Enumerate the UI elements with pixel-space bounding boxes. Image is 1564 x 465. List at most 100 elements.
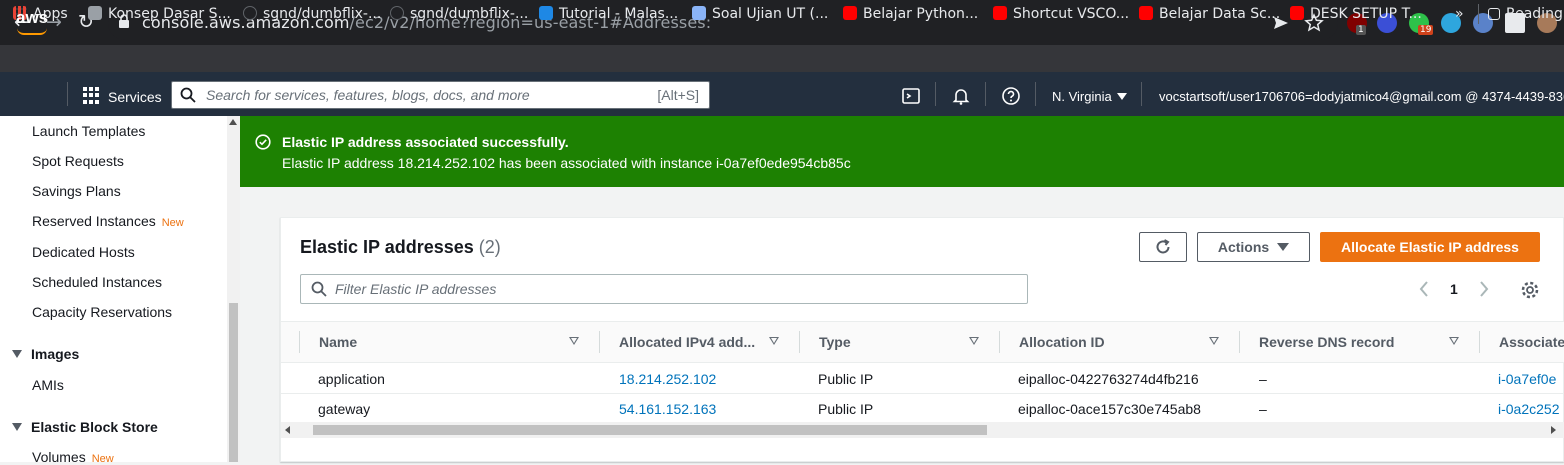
column-divider[interactable] [1239,331,1240,353]
actions-dropdown[interactable]: Actions [1197,232,1310,262]
new-badge: New [161,217,184,229]
bookmark-item[interactable]: Belajar Python... [843,4,978,24]
horizontal-scroll-thumb[interactable] [313,425,987,435]
cell-ip[interactable]: 54.161.152.163 [619,401,716,417]
sidebar-item-label: Spot Requests [32,153,124,169]
bookmarks-bar [0,45,1564,72]
cell-associated[interactable]: i-0a7ef0e [1498,371,1556,387]
sort-icon[interactable] [769,337,779,345]
flash-title: Elastic IP address associated successful… [282,134,569,150]
github-icon [390,6,404,20]
scroll-right-arrow-icon[interactable] [1551,426,1556,434]
cell-allocation-id: eipalloc-0ace157c30e745ab8 [1018,401,1201,417]
sidebar-scroll-thumb[interactable] [229,303,238,462]
sidebar-item-label: Scheduled Instances [32,274,162,290]
service-search-input[interactable] [206,85,626,105]
bookmark-label: Belajar Python... [863,6,979,22]
aws-logo[interactable]: aws [16,8,48,28]
help-icon[interactable] [1001,86,1021,106]
code-icon [539,6,553,20]
flash-message: Elastic IP address 18.214.252.102 has be… [282,155,851,171]
sidebar-item-label: AMIs [32,377,64,393]
column-header[interactable]: Associate [1499,334,1564,350]
column-divider[interactable] [1479,331,1480,353]
bookmark-label: sgnd/dumbflix-... [263,6,382,22]
services-menu-button[interactable]: Services [108,89,162,105]
services-grid-icon[interactable] [83,87,100,104]
filter-input[interactable] [335,280,935,298]
bookmark-label: Tutorial - Malas... [559,6,679,22]
cloudshell-icon[interactable] [901,86,921,106]
bookmark-item[interactable]: sgnd/dumbflix-... [243,4,381,24]
gear-icon[interactable] [1520,280,1540,300]
column-header[interactable]: Allocated IPv4 add... [619,334,755,350]
cell-ip[interactable]: 18.214.252.102 [619,371,716,387]
bookmark-item[interactable]: Soal Ujian UT (... [692,4,828,24]
sort-icon[interactable] [1449,337,1459,345]
github-icon [243,6,257,20]
page-title: Elastic IP addresses (2) [300,237,501,258]
column-header[interactable]: Allocation ID [1019,334,1105,350]
service-search[interactable]: [Alt+S] [171,81,710,109]
header-divider [935,82,936,106]
column-divider[interactable] [799,331,800,353]
sidebar-section[interactable]: Images [12,346,79,362]
cell-type: Public IP [818,401,874,417]
sidebar-item[interactable]: Launch Templates [32,123,145,139]
cell-associated[interactable]: i-0a2c252 [1498,401,1560,417]
search-icon [180,87,196,103]
scroll-up-arrow-icon[interactable] [229,119,237,125]
column-divider[interactable] [599,331,600,353]
sidebar-item[interactable]: Scheduled Instances [32,274,162,290]
panel-title-text: Elastic IP addresses [300,237,474,257]
column-header[interactable]: Name [319,334,357,350]
allocate-eip-button[interactable]: Allocate Elastic IP address [1320,232,1540,262]
sidebar-section-label: Images [31,346,80,362]
sort-icon[interactable] [569,337,579,345]
sidebar-item-label: Savings Plans [32,183,121,199]
column-header[interactable]: Reverse DNS record [1259,334,1394,350]
account-menu[interactable]: vocstartsoft/user1706706=dodyjatmico4@gm… [1159,89,1564,104]
bookmark-item[interactable]: Tutorial - Malas... [539,4,678,24]
sort-icon[interactable] [969,337,979,345]
bookmark-item[interactable]: sgnd/dumbflix-... [390,4,528,24]
sidebar-item[interactable]: Dedicated Hosts [32,244,135,260]
bookmark-item[interactable]: Belajar Data Sc... [1139,4,1280,24]
sidebar-item[interactable]: Volumes New [32,449,114,465]
sidebar-section[interactable]: Elastic Block Store [12,419,158,435]
more-bookmarks-button[interactable]: » [1455,4,1464,24]
refresh-button[interactable] [1139,232,1187,262]
bookmark-item[interactable]: Shortcut VSCO... [993,4,1129,24]
column-divider[interactable] [999,331,1000,353]
success-check-icon [255,134,271,150]
sidebar-item-label: Reserved Instances [32,213,156,229]
sidebar-item[interactable]: Capacity Reservations [32,304,172,320]
chevron-right-icon[interactable] [1479,281,1489,297]
header-divider [67,82,68,106]
sort-icon[interactable] [1209,337,1219,345]
column-header[interactable]: Type [819,334,851,350]
page-number[interactable]: 1 [1450,281,1458,297]
caret-down-icon [12,423,22,431]
filter-field[interactable] [300,274,1028,304]
reading-list-button[interactable]: Reading [1478,4,1563,24]
sidebar-item[interactable]: Spot Requests [32,153,124,169]
region-label: N. Virginia [1052,89,1112,104]
scroll-left-arrow-icon[interactable] [285,426,290,434]
reading-list-label: Reading [1506,6,1563,22]
site-icon [88,6,102,20]
success-flash [240,116,1564,187]
chevron-left-icon[interactable] [1419,281,1429,297]
sidebar-item[interactable]: AMIs [32,377,64,393]
region-selector[interactable]: N. Virginia [1052,89,1127,104]
bell-icon[interactable] [951,86,971,106]
sidebar-item[interactable]: Reserved Instances New [32,213,184,229]
bookmark-label: Shortcut VSCO... [1013,6,1130,22]
sidebar-item[interactable]: Savings Plans [32,183,121,199]
bookmark-item[interactable]: Konsep Dasar S... [88,4,231,24]
column-divider[interactable] [299,331,300,353]
table-row[interactable] [281,393,1564,394]
bookmark-item[interactable]: DESK SETUP T... [1290,4,1422,24]
sidebar-item-label: Launch Templates [32,123,146,139]
sidebar-item-label: Capacity Reservations [32,304,173,320]
